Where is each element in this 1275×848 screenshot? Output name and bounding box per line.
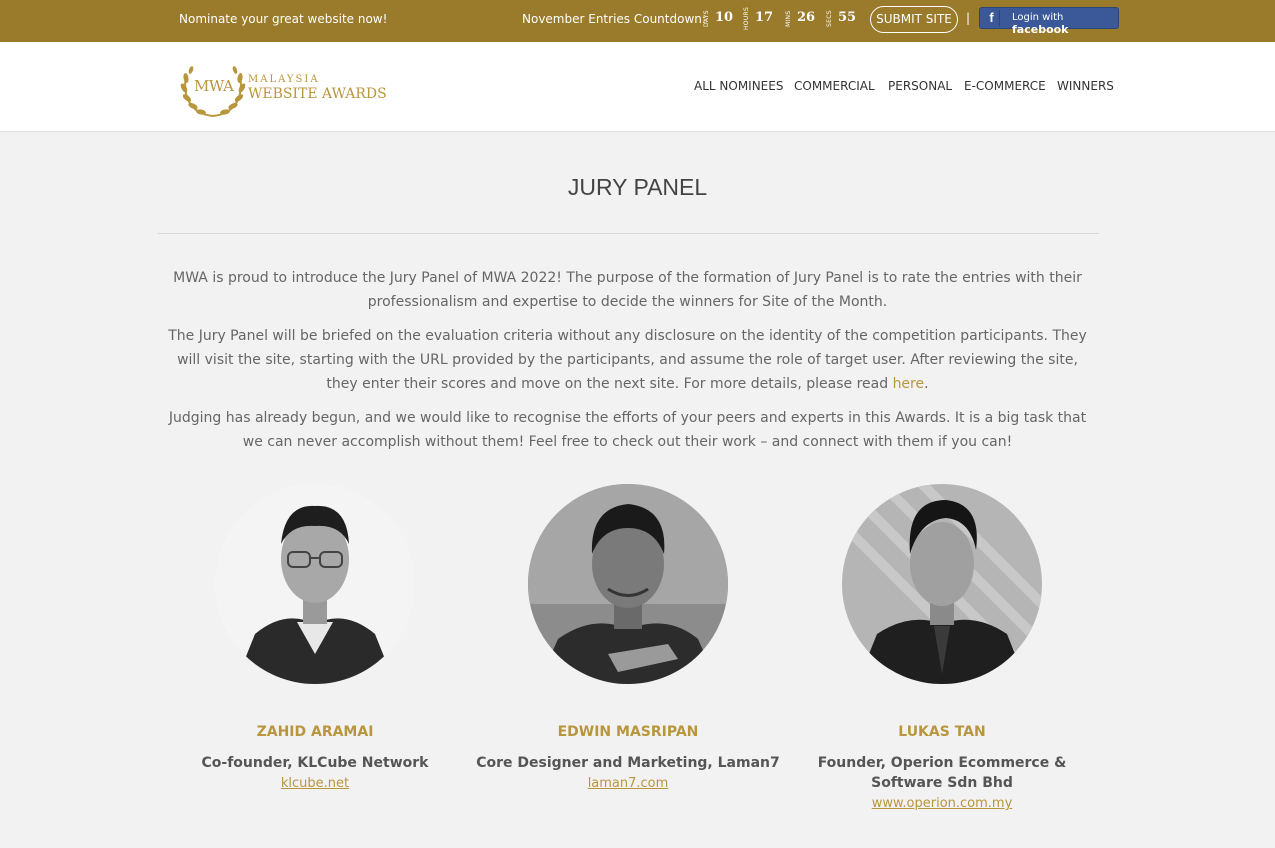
separator: | bbox=[966, 11, 971, 25]
jury-name: ZAHID ARAMAI bbox=[256, 724, 374, 740]
countdown-value: 10 bbox=[715, 10, 734, 25]
countdown-unit: MINS bbox=[785, 10, 792, 28]
jury-link[interactable]: www.operion.com.my bbox=[872, 796, 1013, 811]
intro-paragraph-2: The Jury Panel will be briefed on the ev… bbox=[160, 324, 1095, 396]
jury-website-link: laman7.com bbox=[468, 776, 788, 791]
jury-photo-zahid bbox=[215, 484, 415, 684]
countdown-unit: SECS bbox=[826, 10, 833, 28]
logo-mark: MWA bbox=[194, 77, 234, 95]
jury-name: LUKAS TAN bbox=[898, 724, 986, 740]
site-header: MWA MALAYSIA WEBSITE AWARDS ALL NOMINEES… bbox=[0, 42, 1275, 132]
jury-link[interactable]: klcube.net bbox=[281, 776, 349, 791]
countdown-label: November Entries Countdown: bbox=[522, 12, 706, 26]
nav-commercial[interactable]: COMMERCIAL bbox=[794, 79, 875, 93]
countdown-value: 17 bbox=[755, 10, 774, 25]
facebook-login-label: Login with facebook bbox=[1012, 12, 1118, 36]
facebook-brand-text: facebook bbox=[1012, 23, 1069, 36]
logo-line1: MALAYSIA bbox=[248, 74, 320, 85]
jury-role: Core Designer and Marketing, Laman7 bbox=[476, 755, 780, 771]
countdown-unit: DAYS bbox=[703, 10, 710, 28]
nav-winners[interactable]: WINNERS bbox=[1057, 79, 1114, 93]
nav-personal[interactable]: PERSONAL bbox=[888, 79, 952, 93]
jury-name: EDWIN MASRIPAN bbox=[557, 724, 699, 740]
facebook-icon: f bbox=[984, 10, 1000, 26]
page-title: JURY PANEL bbox=[567, 174, 708, 200]
intro-paragraph-1: MWA is proud to introduce the Jury Panel… bbox=[173, 270, 1082, 310]
intro-paragraph-2-text: The Jury Panel will be briefed on the ev… bbox=[168, 328, 1087, 392]
countdown-unit: HOURS bbox=[743, 6, 750, 30]
jury-photo-edwin bbox=[528, 484, 728, 684]
portrait-photo bbox=[528, 484, 728, 684]
jury-website-link: www.operion.com.my bbox=[782, 796, 1102, 811]
nav-all-nominees[interactable]: ALL NOMINEES bbox=[694, 79, 783, 93]
nav-e-commerce[interactable]: E-COMMERCE bbox=[964, 79, 1046, 93]
jury-role: Founder, Operion Ecommerce & Software Sd… bbox=[817, 755, 1067, 791]
facebook-login-button[interactable]: f Login with facebook bbox=[979, 7, 1119, 36]
countdown-value: 55 bbox=[838, 10, 857, 25]
top-bar: Nominate your great website now! Novembe… bbox=[0, 0, 1275, 42]
jury-link[interactable]: laman7.com bbox=[588, 776, 669, 791]
portrait-photo bbox=[215, 484, 415, 684]
read-more-link[interactable]: here bbox=[893, 376, 925, 392]
jury-website-link: klcube.net bbox=[155, 776, 475, 791]
nominate-text: Nominate your great website now! bbox=[179, 12, 388, 26]
countdown-value: 26 bbox=[797, 10, 816, 25]
intro-paragraph-2-end: . bbox=[924, 376, 929, 392]
submit-site-button[interactable]: SUBMIT SITE bbox=[870, 6, 958, 33]
jury-photo-lukas bbox=[842, 484, 1042, 684]
jury-role: Co-founder, KLCube Network bbox=[201, 755, 429, 771]
divider bbox=[158, 233, 1099, 234]
facebook-login-text: Login with bbox=[1012, 12, 1064, 23]
logo-line2: WEBSITE AWARDS bbox=[248, 86, 387, 102]
site-logo[interactable]: MWA MALAYSIA WEBSITE AWARDS bbox=[180, 56, 390, 120]
portrait-photo bbox=[842, 484, 1042, 684]
intro-paragraph-3: Judging has already begun, and we would … bbox=[168, 410, 1087, 450]
